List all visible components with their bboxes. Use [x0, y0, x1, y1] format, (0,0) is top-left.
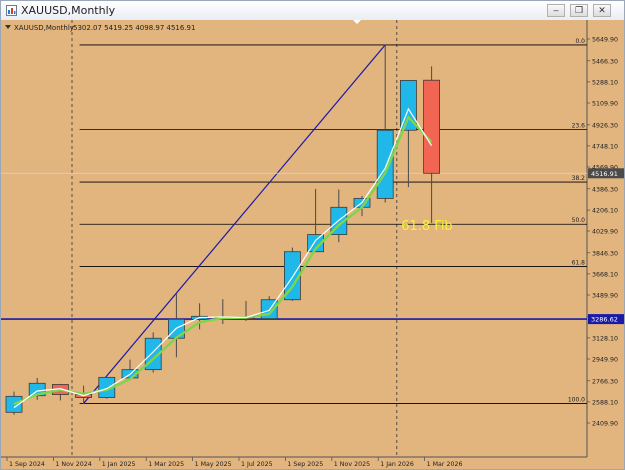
price-tick-label: 3668.10	[592, 271, 618, 278]
restore-button[interactable]: ❐	[570, 4, 588, 17]
time-tick-label: 1 Jan 2025	[102, 461, 136, 468]
time-tick-label: 1 Mar 2025	[148, 461, 184, 468]
restore-icon: ❐	[574, 5, 584, 15]
candle-body[interactable]	[423, 79, 441, 174]
chart-area[interactable]: 0.0 23.6 38.2 50.0 61.8 100.0 5649.90 5466.30 5…	[1, 20, 624, 469]
window-titlebar[interactable]: XAUUSD,Monthly – ❐ ✕	[1, 1, 624, 21]
time-tick-label: 1 Sep 2024	[9, 461, 45, 468]
fib-level-label: 38.2	[572, 175, 586, 182]
fib-level-label: 23.6	[572, 123, 586, 130]
ohlc-readout: 5302.07 5419.25 4098.97 4516.91	[73, 24, 195, 32]
price-tick-label: 3489.90	[592, 293, 618, 300]
price-tick-label: 2588.10	[592, 399, 618, 406]
minimize-icon: –	[553, 5, 559, 15]
price-tick-label: 2949.90	[592, 357, 618, 364]
price-tick-label: 5288.10	[592, 79, 618, 86]
fib-annotation-text[interactable]: 61.8 Fib	[401, 219, 452, 234]
candle-body[interactable]	[5, 395, 23, 413]
chart-window[interactable]: XAUUSD,Monthly – ❐ ✕ 0.0 23.6 38.2 50.0 61.8…	[0, 0, 625, 470]
price-tick-label: 4926.30	[592, 122, 618, 129]
price-chart[interactable]: 0.0 23.6 38.2 50.0 61.8 100.0 5649.90 5466.30 5…	[1, 20, 624, 469]
candle-body[interactable]	[376, 129, 394, 199]
chart-window-icon	[6, 5, 17, 16]
horizontal-line-price-label: 3286.62	[591, 316, 618, 324]
fib-level-label: 50.0	[572, 217, 586, 224]
price-tick-label: 4206.10	[592, 208, 618, 215]
minimize-button[interactable]: –	[547, 4, 565, 17]
time-tick-label: 1 Nov 2024	[55, 461, 91, 468]
window-title: XAUUSD,Monthly	[21, 4, 116, 17]
price-tick-label: 4029.90	[592, 229, 618, 236]
price-tick-label: 2766.30	[592, 378, 618, 385]
fib-level-label: 100.0	[568, 396, 585, 403]
fib-level-label: 61.8	[572, 260, 586, 267]
fib-level-label: 0.0	[575, 38, 585, 45]
price-tick-label: 4748.10	[592, 143, 618, 150]
time-tick-label: 1 Mar 2026	[427, 461, 463, 468]
time-tick-label: 1 Jul 2025	[241, 461, 273, 468]
close-icon: ✕	[598, 5, 606, 15]
price-tick-label: 3128.10	[592, 335, 618, 342]
symbol-label: XAUUSD,Monthly	[14, 24, 74, 32]
time-tick-label: 1 May 2025	[195, 461, 232, 468]
price-tick-label: 4386.30	[592, 186, 618, 193]
price-tick-label: 5109.90	[592, 101, 618, 108]
time-tick-label: 1 Jan 2026	[380, 461, 414, 468]
price-tick-label: 2409.90	[592, 421, 618, 428]
close-button[interactable]: ✕	[593, 4, 611, 17]
time-tick-label: 1 Sep 2025	[287, 461, 323, 468]
price-tick-label: 5466.30	[592, 58, 618, 65]
time-tick-label: 1 Nov 2025	[334, 461, 370, 468]
current-price-label: 4516.91	[591, 170, 618, 178]
price-tick-label: 3846.30	[592, 250, 618, 257]
price-tick-label: 5649.90	[592, 37, 618, 44]
